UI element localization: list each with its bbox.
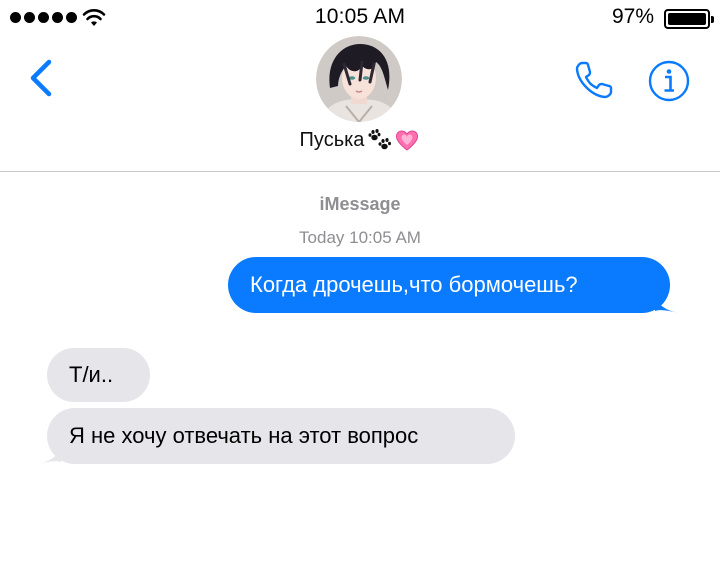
- call-button[interactable]: [568, 54, 620, 106]
- info-icon: [648, 60, 690, 102]
- battery-icon: [664, 9, 714, 29]
- message-timestamp: Today 10:05 AM: [299, 228, 421, 247]
- bubble-tail: [653, 289, 679, 313]
- received-message-bubble[interactable]: Я не хочу отвечать на этот вопрос: [37, 408, 515, 464]
- contact-name-row[interactable]: Пуська: [0, 128, 720, 152]
- message-text: Я не хочу отвечать на этот вопрос: [69, 423, 419, 448]
- growing-heart-icon: [394, 128, 420, 152]
- bubble-tail: [37, 440, 63, 464]
- message-text: Т/и..: [69, 362, 114, 387]
- avatar-image: [316, 36, 402, 122]
- conversation-header: Пуська: [0, 36, 720, 172]
- messages-screen: 10:05 AM 97% Пуська iMessage Today 10:05…: [0, 0, 720, 578]
- message-text: Когда дрочешь,что бормочешь?: [250, 272, 578, 297]
- paw-prints-icon: [366, 128, 392, 152]
- contact-name: Пуська: [299, 128, 365, 151]
- status-bar: 10:05 AM 97%: [0, 0, 720, 36]
- info-button[interactable]: [644, 56, 694, 106]
- service-label: iMessage: [319, 194, 401, 214]
- back-button[interactable]: [20, 54, 60, 102]
- received-message-bubble[interactable]: Т/и..: [47, 348, 150, 402]
- sent-message-bubble[interactable]: Когда дрочешь,что бормочешь?: [228, 257, 679, 313]
- contact-avatar[interactable]: [316, 36, 402, 122]
- chevron-left-icon: [30, 59, 52, 97]
- battery-percentage: 97%: [611, 5, 654, 28]
- phone-icon: [575, 61, 613, 99]
